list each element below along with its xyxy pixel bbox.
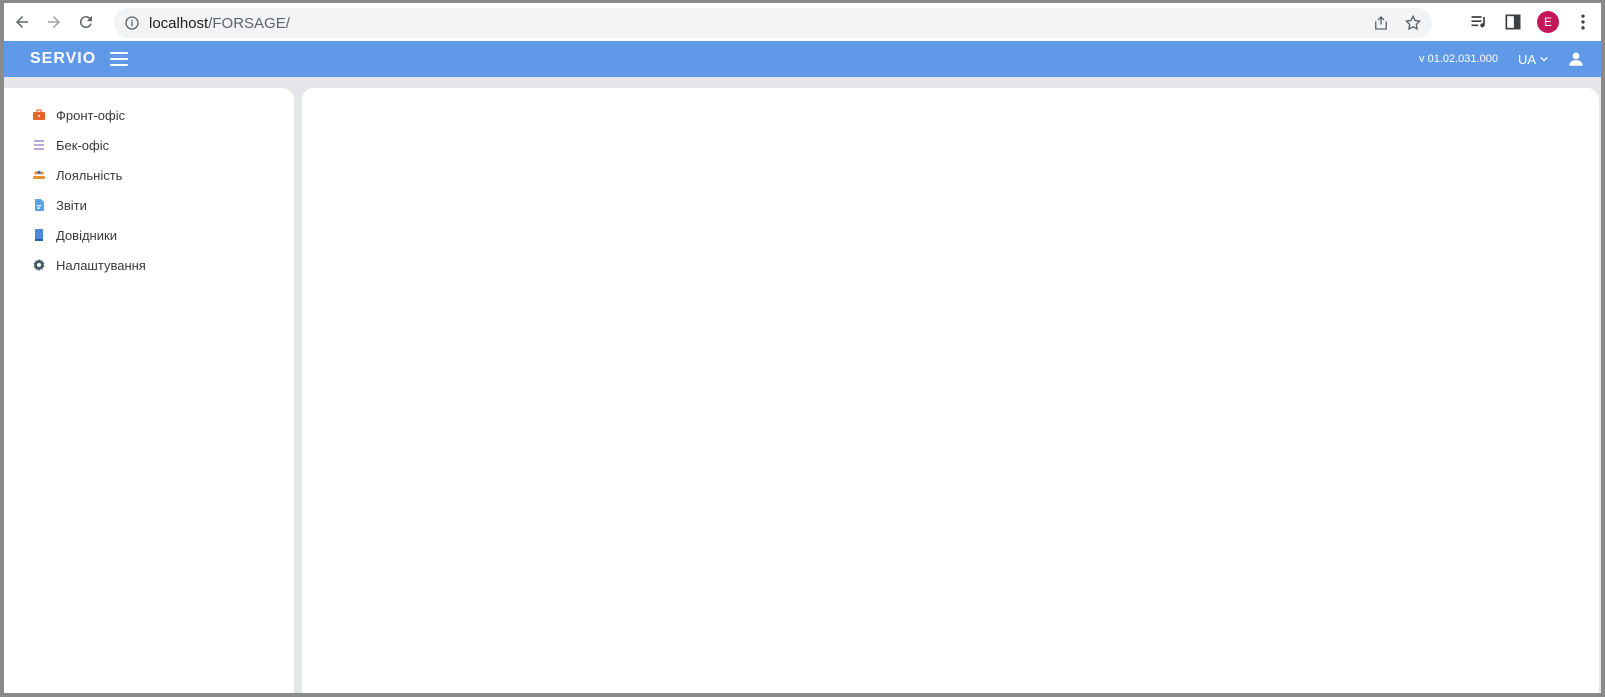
- report-icon: [32, 198, 46, 212]
- browser-window: localhost/FORSAGE/ E SERVIO v 01.02.031.…: [0, 0, 1605, 697]
- side-panel-icon[interactable]: [1503, 12, 1523, 32]
- share-icon[interactable]: [1372, 14, 1390, 32]
- sidebar-item-settings[interactable]: Налаштування: [4, 250, 294, 280]
- sidebar-item-directories[interactable]: Довідники: [4, 220, 294, 250]
- reload-icon[interactable]: [70, 6, 102, 38]
- sidebar-item-label: Фронт-офіс: [56, 107, 126, 123]
- user-icon[interactable]: [1567, 50, 1585, 68]
- sidebar-item-label: Довідники: [56, 227, 117, 243]
- media-queue-icon[interactable]: [1469, 12, 1489, 32]
- sidebar-item-label: Лояльність: [56, 167, 123, 183]
- browser-toolbar: localhost/FORSAGE/ E: [4, 3, 1601, 41]
- chevron-down-icon: [1540, 56, 1548, 62]
- list-icon: [32, 138, 46, 152]
- more-menu-icon[interactable]: [1573, 12, 1593, 32]
- users-icon: [32, 168, 46, 182]
- sidebar-item-loyalty[interactable]: Лояльність: [4, 160, 294, 190]
- url-host: localhost: [149, 14, 209, 32]
- language-selector[interactable]: UA: [1518, 52, 1549, 67]
- brand-logo[interactable]: SERVIO: [30, 50, 96, 68]
- main-content-panel: [302, 88, 1599, 693]
- app-header: SERVIO v 01.02.031.000 UA: [4, 41, 1601, 77]
- address-bar[interactable]: localhost/FORSAGE/: [114, 8, 1432, 38]
- version-label: v 01.02.031.000: [1419, 53, 1498, 65]
- book-icon: [32, 228, 46, 242]
- language-label: UA: [1517, 51, 1536, 67]
- sidebar-item-label: Налаштування: [56, 257, 146, 273]
- sidebar: Фронт-офіс Бек-офіс Лояльність Звіти Дов…: [4, 88, 294, 693]
- url-path: /FORSAGE/: [208, 14, 290, 32]
- sidebar-item-back-office[interactable]: Бек-офіс: [4, 130, 294, 160]
- info-icon[interactable]: [124, 15, 140, 31]
- forward-icon[interactable]: [38, 6, 70, 38]
- sidebar-item-label: Звіти: [56, 197, 87, 213]
- briefcase-icon: [32, 108, 46, 122]
- sidebar-item-reports[interactable]: Звіти: [4, 190, 294, 220]
- profile-avatar[interactable]: E: [1537, 11, 1559, 33]
- sidebar-item-label: Бек-офіс: [56, 137, 110, 153]
- sidebar-item-front-office[interactable]: Фронт-офіс: [4, 100, 294, 130]
- url-text: localhost/FORSAGE/: [149, 15, 290, 32]
- bookmark-star-icon[interactable]: [1404, 14, 1422, 32]
- hamburger-menu-icon[interactable]: [110, 52, 129, 66]
- back-icon[interactable]: [6, 6, 38, 38]
- gear-icon: [32, 258, 46, 272]
